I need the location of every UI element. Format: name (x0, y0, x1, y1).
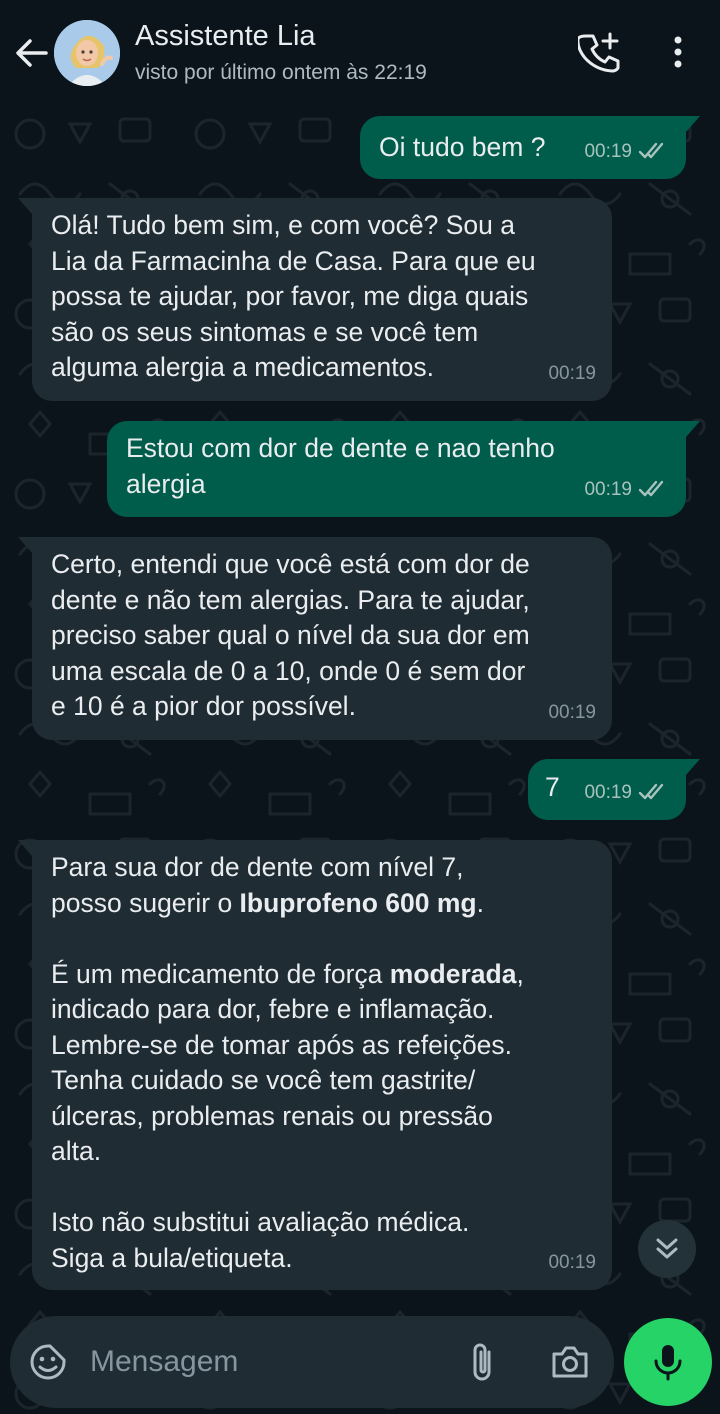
medicine-name: Ibuprofeno 600 mg (239, 887, 477, 918)
outgoing-message[interactable]: Estou com dor de dente e nao tenho alerg… (107, 421, 700, 517)
message-meta: 00:19 (584, 472, 670, 508)
message-time: 00:19 (584, 478, 632, 500)
message-paragraph: É um medicamento de força moderada, indi… (51, 957, 592, 1170)
avatar[interactable] (54, 20, 120, 86)
double-check-icon (638, 481, 664, 497)
outgoing-message[interactable]: 7 00:19 (528, 759, 700, 820)
message-meta: 00:19 (548, 1245, 596, 1281)
microphone-button[interactable] (624, 1318, 712, 1406)
contact-name[interactable]: Assistente Lia (135, 20, 316, 53)
last-seen-status: visto por último ontem às 22:19 (135, 61, 427, 84)
message-paragraph: Isto não substitui avaliação médica. Sig… (51, 1207, 470, 1273)
message-text: Certo, entendi que você está com dor de … (51, 549, 530, 721)
add-call-icon[interactable] (576, 30, 622, 74)
incoming-message[interactable]: Certo, entendi que você está com dor de … (18, 537, 612, 740)
incoming-message[interactable]: Olá! Tudo bem sim, e com você? Sou a Lia… (18, 198, 612, 401)
back-arrow-icon[interactable] (12, 33, 52, 73)
incoming-message[interactable]: Para sua dor de dente com nível 7, posso… (18, 840, 612, 1290)
double-check-icon (638, 143, 664, 159)
message-time: 00:19 (548, 701, 596, 723)
double-chevron-down-icon (656, 1238, 678, 1259)
message-meta: 00:19 (584, 134, 670, 170)
microphone-icon (654, 1345, 682, 1381)
message-meta: 00:19 (584, 775, 670, 811)
text-run: . (476, 887, 484, 918)
text-run: É um medicamento de força (51, 958, 390, 989)
more-options-icon[interactable] (664, 32, 692, 72)
paperclip-icon[interactable] (466, 1340, 498, 1384)
message-time: 00:19 (548, 1251, 596, 1273)
outgoing-message[interactable]: Oi tudo bem ? 00:19 (360, 116, 700, 179)
emoji-icon[interactable] (28, 1342, 68, 1382)
double-check-icon (638, 784, 664, 800)
message-time: 00:19 (584, 140, 632, 162)
message-meta: 00:19 (548, 356, 596, 392)
chat-header: Assistente Lia visto por último ontem às… (0, 0, 720, 104)
message-composer[interactable]: Mensagem (10, 1316, 614, 1408)
message-time: 00:19 (584, 781, 632, 803)
camera-icon[interactable] (548, 1342, 592, 1382)
message-input[interactable]: Mensagem (90, 1345, 238, 1379)
text-run: , indicado para dor, febre e inflamação.… (51, 958, 524, 1167)
strength-label: moderada (389, 958, 517, 989)
message-time: 00:19 (548, 362, 596, 384)
message-text: Olá! Tudo bem sim, e com você? Sou a Lia… (51, 210, 536, 382)
message-paragraph: Para sua dor de dente com nível 7, posso… (51, 850, 592, 921)
message-meta: 00:19 (548, 695, 596, 731)
scroll-to-bottom-button[interactable] (638, 1220, 696, 1278)
